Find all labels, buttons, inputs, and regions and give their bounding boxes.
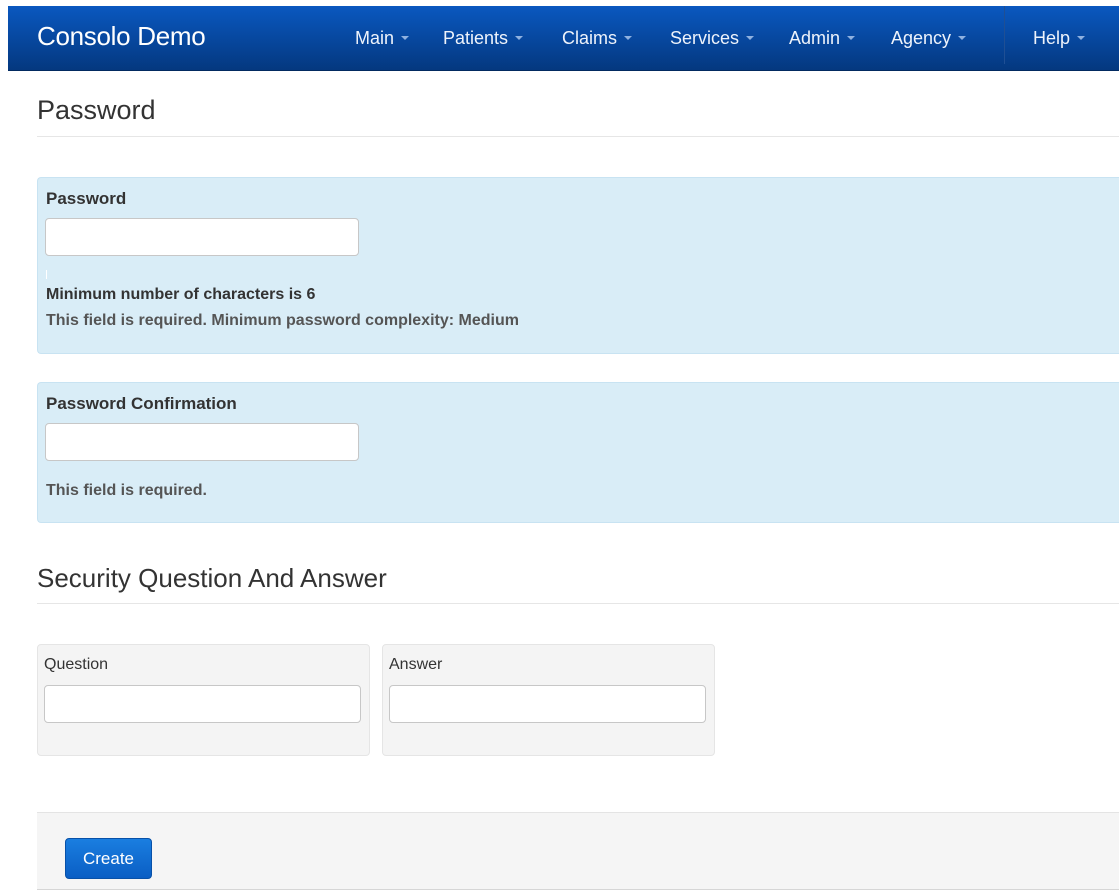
answer-field-panel: Answer bbox=[382, 644, 715, 756]
nav-menu-agency[interactable]: Agency bbox=[891, 6, 967, 70]
password-required-hint: This field is required. Minimum password… bbox=[46, 312, 519, 329]
nav-item-label: Admin bbox=[789, 27, 841, 48]
nav-divider bbox=[1004, 6, 1005, 64]
form-actions: Create bbox=[37, 812, 1119, 890]
password-confirmation-input[interactable] bbox=[45, 423, 359, 461]
password-confirmation-panel: Password Confirmation This field is requ… bbox=[37, 382, 1119, 523]
caret-down-icon bbox=[515, 36, 524, 40]
caret-down-icon bbox=[958, 36, 967, 40]
section-divider bbox=[37, 136, 1119, 137]
nav-item-admin[interactable]: Admin bbox=[789, 6, 856, 70]
nav-item-label: Agency bbox=[891, 27, 952, 48]
password-section-title: Password bbox=[37, 95, 156, 125]
nav-item-claims[interactable]: Claims bbox=[562, 6, 633, 70]
nav-item-help[interactable]: Help bbox=[1033, 6, 1086, 70]
nav-menu-patients[interactable]: Patients bbox=[443, 6, 524, 70]
top-navbar: Consolo Demo Main Patients Claims Servic… bbox=[8, 6, 1119, 71]
caret-down-icon bbox=[746, 36, 755, 40]
caret-down-icon bbox=[1077, 36, 1086, 40]
nav-menu-help[interactable]: Help bbox=[1033, 6, 1086, 70]
password-input[interactable] bbox=[45, 218, 359, 256]
nav-menu-claims[interactable]: Claims bbox=[562, 6, 633, 70]
section-divider bbox=[37, 603, 1119, 604]
caret-down-icon bbox=[847, 36, 856, 40]
nav-menu-main[interactable]: Main bbox=[355, 6, 410, 70]
text-cursor bbox=[46, 270, 47, 279]
caret-down-icon bbox=[624, 36, 633, 40]
password-confirmation-required-hint: This field is required. bbox=[46, 482, 207, 499]
password-field-panel: Password Minimum number of characters is… bbox=[37, 177, 1119, 354]
nav-menu-services[interactable]: Services bbox=[670, 6, 755, 70]
nav-item-patients[interactable]: Patients bbox=[443, 6, 524, 70]
question-input[interactable] bbox=[44, 685, 361, 723]
password-min-chars-hint: Minimum number of characters is 6 bbox=[46, 286, 316, 303]
nav-item-label: Main bbox=[355, 27, 395, 48]
answer-label: Answer bbox=[389, 656, 443, 673]
nav-item-services[interactable]: Services bbox=[670, 6, 755, 70]
caret-down-icon bbox=[401, 36, 410, 40]
nav-menu-admin[interactable]: Admin bbox=[789, 6, 856, 70]
question-label: Question bbox=[44, 656, 109, 673]
question-field-panel: Question bbox=[37, 644, 370, 756]
answer-input[interactable] bbox=[389, 685, 706, 723]
create-button[interactable]: Create bbox=[65, 838, 152, 879]
nav-item-label: Claims bbox=[562, 27, 618, 48]
nav-item-main[interactable]: Main bbox=[355, 6, 410, 70]
security-section-title: Security Question And Answer bbox=[37, 563, 387, 593]
password-confirmation-label: Password Confirmation bbox=[46, 394, 237, 413]
password-label: Password bbox=[46, 189, 127, 208]
brand-logo[interactable]: Consolo Demo bbox=[37, 21, 206, 52]
nav-item-label: Patients bbox=[443, 27, 509, 48]
nav-item-agency[interactable]: Agency bbox=[891, 6, 967, 70]
nav-item-label: Help bbox=[1033, 27, 1071, 48]
nav-item-label: Services bbox=[670, 27, 740, 48]
